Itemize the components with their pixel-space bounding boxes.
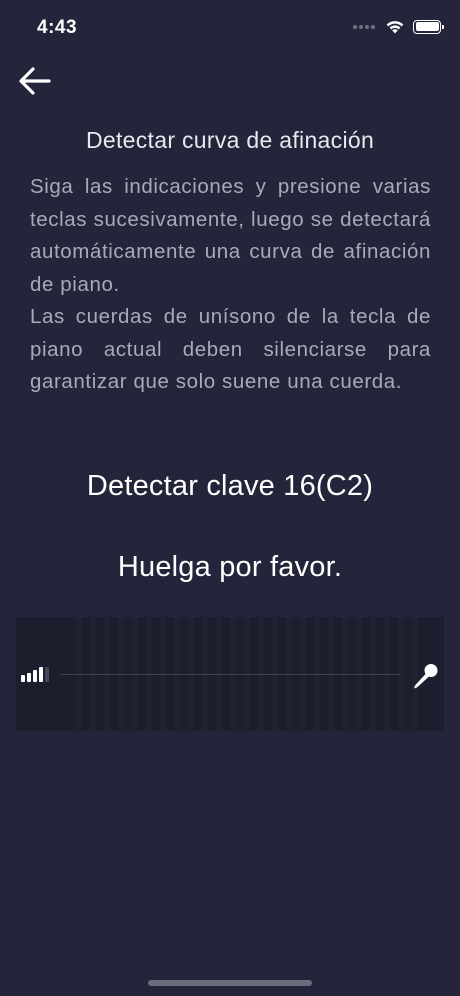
instructions-paragraph-2: Las cuerdas de unísono de la tecla de pi… — [30, 305, 431, 393]
instructions-paragraph-1: Siga las indicaciones y presione varias … — [30, 175, 431, 296]
home-indicator[interactable] — [148, 980, 312, 986]
wifi-icon — [386, 21, 404, 34]
signal-level-icon — [21, 667, 49, 682]
back-button[interactable] — [16, 64, 54, 98]
microphone-button[interactable] — [411, 661, 441, 691]
page-title: Detectar curva de afinación — [85, 127, 375, 153]
strike-prompt: Huelga por favor. — [117, 551, 343, 583]
audio-level-panel — [16, 617, 444, 731]
status-icons — [353, 19, 444, 34]
instructions-text: Siga las indicaciones y presione varias … — [30, 171, 431, 399]
screen: 4:43 Detectar curva de afinación Siga la… — [0, 0, 460, 996]
arrow-left-icon — [19, 67, 51, 95]
status-time: 4:43 — [37, 17, 78, 38]
status-bar: 4:43 — [0, 0, 460, 54]
microphone-icon — [414, 664, 438, 689]
detect-key-label: Detectar clave 16(C2) — [86, 470, 374, 502]
level-track — [60, 674, 400, 675]
battery-icon — [413, 19, 444, 34]
cellular-signal-icon — [353, 24, 375, 29]
